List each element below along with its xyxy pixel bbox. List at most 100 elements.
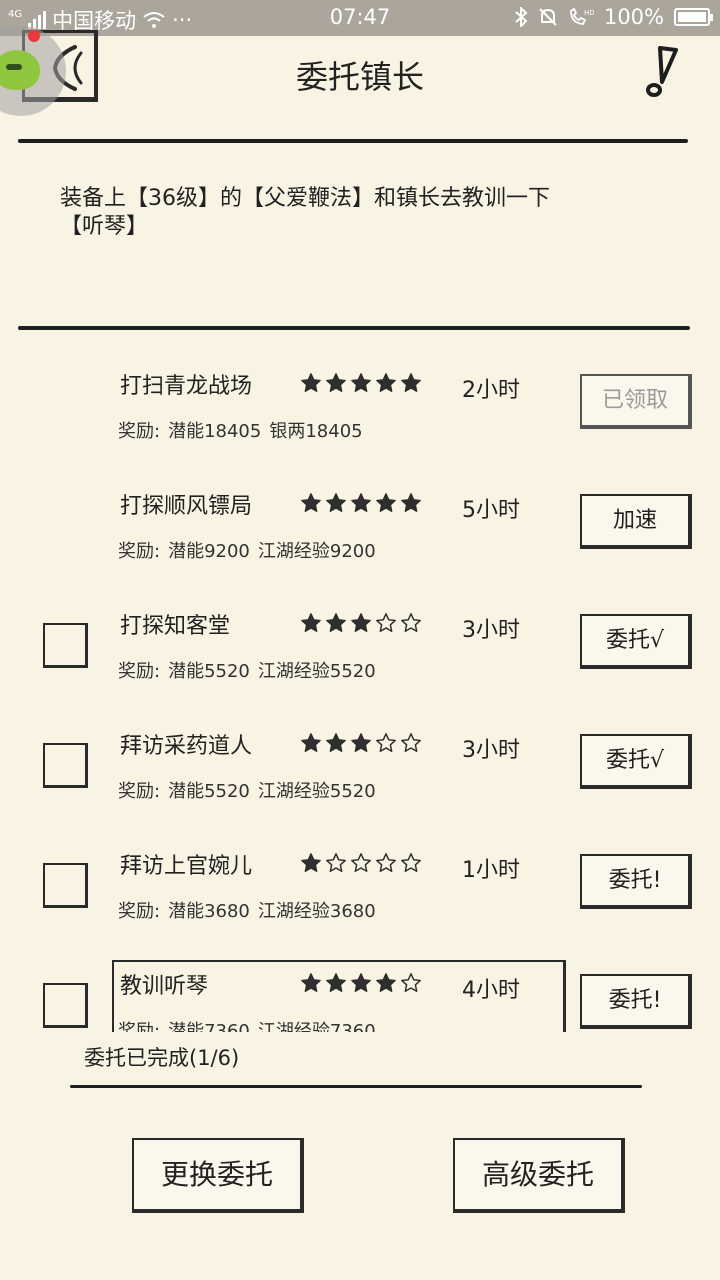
star-empty-icon [400, 612, 422, 634]
star-filled-icon [350, 372, 372, 394]
task-duration: 4小时 [462, 978, 520, 1003]
frog-icon [0, 50, 40, 90]
task-duration: 3小时 [462, 618, 520, 643]
task-name: 教训听琴 [120, 974, 209, 999]
quest-description-line1: 装备上【36级】的【父爱鞭法】和镇长去教训一下 [60, 186, 550, 211]
task-reward: 奖励: 潜能7360 江湖经验7360 [118, 1017, 376, 1032]
task-action-button[interactable]: 委托√ [580, 734, 692, 789]
status-bar: 4G 中国移动 ··· 07:47 HD 100% [0, 0, 720, 36]
task-row: 打探知客堂 3小时奖励: 潜能5520 江湖经验5520 委托√ [0, 590, 720, 710]
star-filled-icon [400, 372, 422, 394]
task-reward: 奖励: 潜能9200 江湖经验9200 [118, 537, 376, 563]
star-filled-icon [325, 972, 347, 994]
task-action-button[interactable]: 委托! [580, 974, 692, 1029]
task-list[interactable]: 打扫青龙战场 2小时 奖励: 潜能18405 银两18405 已领取 打探顺风镖局 5小时 奖励… [0, 350, 720, 1032]
star-empty-icon [400, 852, 422, 874]
reward-reward-2: 江湖经验3680 [257, 901, 376, 922]
reward-reward-2: 江湖经验5520 [257, 661, 376, 682]
page-title: 委托镇长 [295, 58, 424, 96]
task-name: 打探知客堂 [120, 614, 231, 639]
task-checkbox[interactable] [43, 983, 88, 1028]
difficulty-stars [300, 372, 422, 394]
header-divider [18, 139, 688, 143]
battery-icon [674, 8, 713, 26]
star-filled-icon [325, 732, 347, 754]
star-filled-icon [350, 972, 372, 994]
task-reward: 奖励: 潜能3680 江湖经验3680 [118, 897, 376, 923]
reward-reward-label: 奖励: [118, 541, 161, 562]
task-checkbox[interactable] [43, 863, 88, 908]
reward-reward-label: 奖励: [118, 661, 161, 682]
star-filled-icon [300, 972, 322, 994]
star-empty-icon [400, 972, 422, 994]
difficulty-stars [300, 972, 422, 994]
task-action-button[interactable]: 委托√ [580, 614, 692, 669]
star-filled-icon [375, 492, 397, 514]
star-filled-icon [350, 492, 372, 514]
star-filled-icon [325, 612, 347, 634]
task-row: 打扫青龙战场 2小时奖励: 潜能18405 银两18405 已领取 [0, 350, 720, 470]
star-empty-icon [375, 612, 397, 634]
star-filled-icon [350, 732, 372, 754]
task-name: 拜访采药道人 [120, 734, 253, 759]
reward-reward-2: 江湖经验5520 [257, 781, 376, 802]
task-duration: 1小时 [462, 858, 520, 883]
reward-reward-1: 潜能7360 [168, 1021, 250, 1032]
task-action-button[interactable]: 加速 [580, 494, 692, 549]
status-right: HD 100% [514, 5, 713, 29]
reward-reward-1: 潜能18405 [168, 421, 262, 442]
star-filled-icon [300, 732, 322, 754]
difficulty-stars [300, 852, 422, 874]
star-filled-icon [375, 972, 397, 994]
star-filled-icon [325, 492, 347, 514]
reward-reward-1: 潜能5520 [168, 781, 250, 802]
star-empty-icon [325, 852, 347, 874]
reward-reward-1: 潜能3680 [168, 901, 250, 922]
star-filled-icon [375, 372, 397, 394]
exclamation-icon[interactable] [638, 44, 682, 98]
change-task-button[interactable]: 更换委托 [132, 1138, 304, 1213]
reward-reward-label: 奖励: [118, 781, 161, 802]
reward-reward-1: 潜能5520 [168, 661, 250, 682]
difficulty-stars [300, 732, 422, 754]
task-name: 打扫青龙战场 [120, 374, 253, 399]
mute-bell-icon [539, 8, 557, 26]
star-filled-icon [300, 852, 322, 874]
star-filled-icon [325, 372, 347, 394]
difficulty-stars [300, 492, 422, 514]
advanced-task-button[interactable]: 高级委托 [453, 1138, 625, 1213]
description-divider [18, 326, 690, 330]
hd-call-icon: HD [570, 7, 594, 25]
star-filled-icon [300, 612, 322, 634]
bluetooth-icon [515, 7, 528, 27]
task-name: 打探顺风镖局 [120, 494, 253, 519]
task-reward: 奖励: 潜能18405 银两18405 [118, 417, 363, 443]
reward-reward-label: 奖励: [118, 901, 161, 922]
task-row: 教训听琴 4小时奖励: 潜能7360 江湖经验7360 委托! [0, 950, 720, 1032]
progress-divider [70, 1085, 642, 1088]
battery-percent: 100% [603, 5, 664, 29]
star-filled-icon [350, 612, 372, 634]
task-duration: 2小时 [462, 378, 520, 403]
notification-dot [28, 30, 40, 42]
task-action-button[interactable]: 委托! [580, 854, 692, 909]
star-filled-icon [300, 492, 322, 514]
star-empty-icon [350, 852, 372, 874]
star-empty-icon [375, 732, 397, 754]
reward-reward-1: 潜能9200 [168, 541, 250, 562]
task-action-button[interactable]: 已领取 [580, 374, 692, 429]
task-reward: 奖励: 潜能5520 江湖经验5520 [118, 777, 376, 803]
star-empty-icon [375, 852, 397, 874]
task-duration: 5小时 [462, 498, 520, 523]
reward-reward-2: 江湖经验7360 [257, 1021, 376, 1032]
svg-text:HD: HD [584, 9, 594, 17]
task-checkbox[interactable] [43, 623, 88, 668]
reward-reward-label: 奖励: [118, 421, 161, 442]
reward-reward-2: 银两18405 [269, 421, 363, 442]
task-name: 拜访上官婉儿 [120, 854, 253, 879]
reward-reward-label: 奖励: [118, 1021, 161, 1032]
task-reward: 奖励: 潜能5520 江湖经验5520 [118, 657, 376, 683]
task-checkbox[interactable] [43, 743, 88, 788]
task-row: 拜访上官婉儿 1小时奖励: 潜能3680 江湖经验3680 委托! [0, 830, 720, 950]
task-row: 打探顺风镖局 5小时 奖励: 潜能9200 江湖经验9200 加速 [0, 470, 720, 590]
